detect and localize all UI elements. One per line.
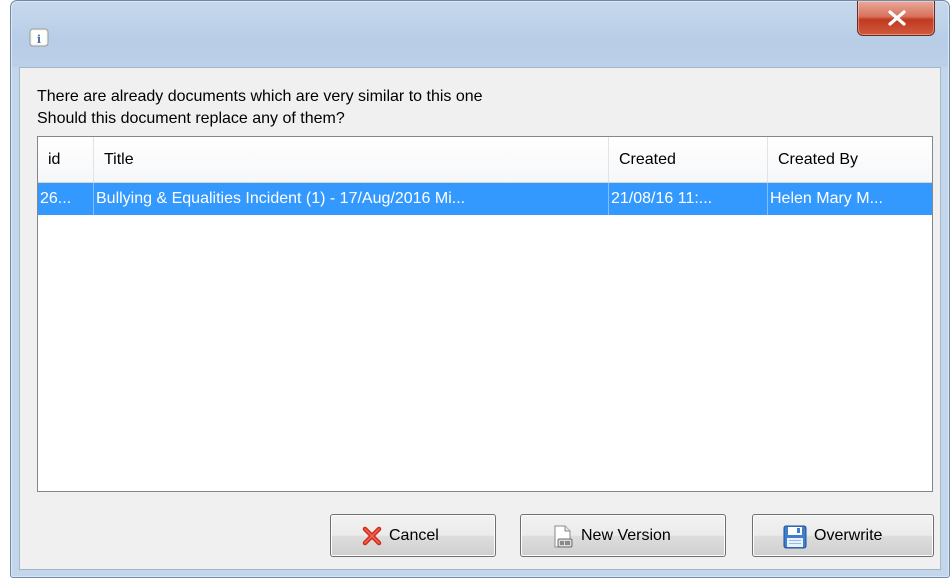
column-header-title[interactable]: Title [94,137,609,182]
title-bar: i [11,1,949,67]
documents-table[interactable]: id Title Created Created By 26... Bullyi… [37,136,933,492]
new-version-button[interactable]: New Version [520,514,726,557]
close-icon [888,10,906,26]
column-header-created-by[interactable]: Created By [768,137,932,182]
cell-id: 26... [38,183,94,215]
cell-title: Bullying & Equalities Incident (1) - 17/… [94,183,609,215]
info-dialog-icon: i [29,27,51,49]
message-line-2: Should this document replace any of them… [37,110,345,127]
red-x-icon [361,525,383,552]
cell-created-by: Helen Mary M... [770,190,883,207]
column-header-id[interactable]: id [38,137,94,182]
overwrite-button[interactable]: Overwrite [752,514,934,557]
close-button[interactable] [857,1,935,36]
floppy-disk-icon [783,525,807,554]
overwrite-label: Overwrite [814,527,883,544]
cancel-button[interactable]: Cancel [330,514,496,557]
table-header: id Title Created Created By [38,137,932,183]
message-line-1: There are already documents which are ve… [37,88,483,105]
dialog-window: i There are already documents which are … [10,0,950,578]
cancel-label: Cancel [389,527,439,544]
new-version-label: New Version [581,527,671,544]
dialog-content: There are already documents which are ve… [19,67,941,570]
svg-text:i: i [37,33,41,46]
table-row[interactable]: 26... Bullying & Equalities Incident (1)… [38,183,932,215]
column-header-created[interactable]: Created [609,137,768,182]
cell-created: 21/08/16 11:... [609,183,768,215]
document-copy-icon [551,525,575,554]
